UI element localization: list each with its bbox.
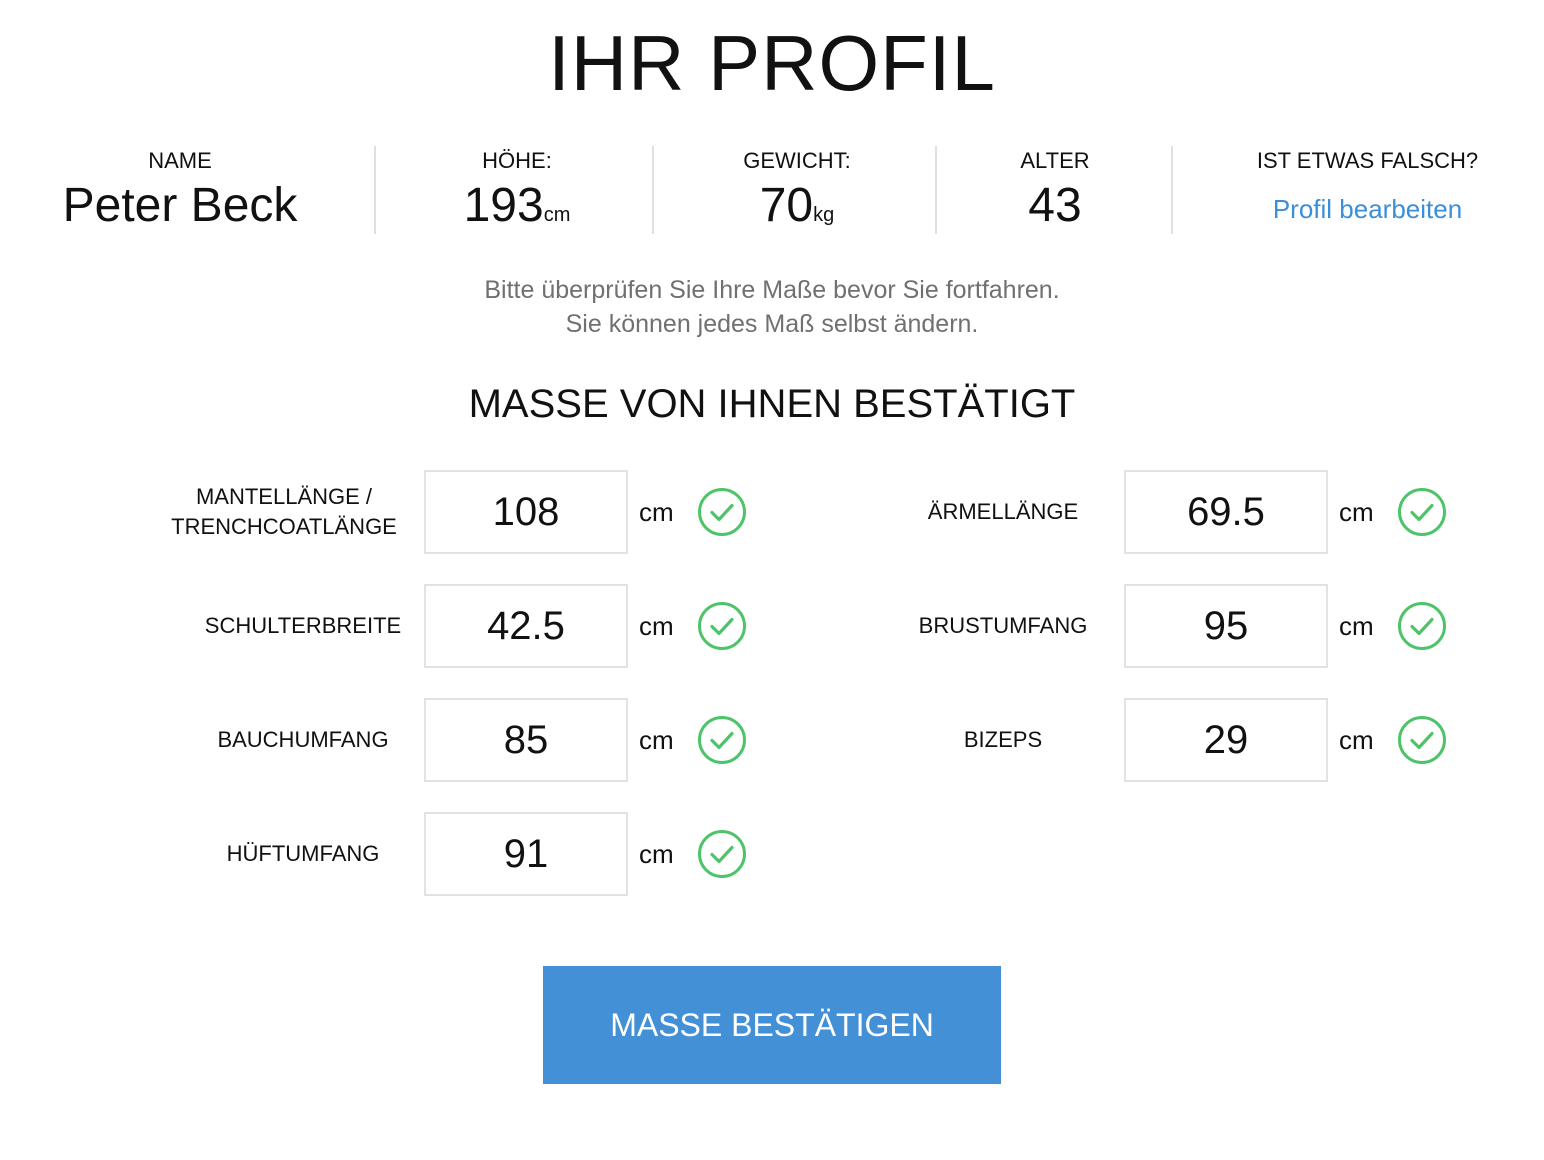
check-circle-icon: [1398, 602, 1446, 650]
chest-circumference-input[interactable]: [1124, 584, 1328, 668]
check-circle-icon: [1398, 488, 1446, 536]
weight-label: GEWICHT:: [743, 148, 851, 173]
measurement-row: BRUSTUMFANG cm: [0, 584, 1544, 668]
wrong-label: IST ETWAS FALSCH?: [1256, 148, 1479, 173]
name-value: Peter Beck: [62, 179, 298, 232]
check-circle-icon: [698, 830, 746, 878]
edit-profile-link[interactable]: Profil bearbeiten: [1273, 194, 1462, 225]
section-title: MASSE VON IHNEN BESTÄTIGT: [468, 382, 1076, 426]
height-number: 193: [463, 179, 544, 232]
age-value: 43: [1028, 179, 1082, 232]
height-value: 193cm: [400, 178, 634, 243]
profile-name: NAME Peter Beck: [20, 140, 340, 240]
hint-line-2: Sie können jedes Maß selbst ändern.: [565, 310, 979, 338]
measurement-row: HÜFTUMFANG cm: [0, 812, 760, 896]
profile-weight: GEWICHT: 70kg: [680, 140, 914, 240]
weight-value: 70kg: [680, 178, 914, 243]
profile-edit: IST ETWAS FALSCH? Profil bearbeiten: [1195, 140, 1540, 240]
age-label: ALTER: [1020, 148, 1090, 173]
divider: [652, 146, 654, 234]
name-label: NAME: [148, 148, 212, 173]
height-label: HÖHE:: [482, 148, 552, 173]
weight-number: 70: [759, 179, 814, 232]
confirm-measurements-button[interactable]: MASSE BESTÄTIGEN: [543, 966, 1001, 1084]
profile-age: ALTER 43: [955, 140, 1155, 240]
hip-circumference-input[interactable]: [424, 812, 628, 896]
measurement-label: BRUSTUMFANG: [918, 613, 1088, 638]
unit-label: cm: [1339, 611, 1374, 641]
measurement-row: ÄRMELLÄNGE cm: [0, 470, 1544, 554]
biceps-input[interactable]: [1124, 698, 1328, 782]
weight-unit: kg: [813, 204, 835, 226]
page-title: IHR PROFIL: [548, 19, 996, 107]
measurement-label: BIZEPS: [963, 727, 1043, 752]
check-circle-icon: [1398, 716, 1446, 764]
divider: [374, 146, 376, 234]
unit-label: cm: [639, 839, 674, 869]
unit-label: cm: [1339, 497, 1374, 527]
profile-summary: NAME Peter Beck HÖHE: 193cm GEWICHT: 70k…: [0, 140, 1544, 240]
measurement-row: BIZEPS cm: [0, 698, 1544, 782]
height-unit: cm: [543, 204, 571, 226]
profile-height: HÖHE: 193cm: [400, 140, 634, 240]
unit-label: cm: [1339, 725, 1374, 755]
measurement-label: ÄRMELLÄNGE: [927, 499, 1079, 524]
measurement-label: HÜFTUMFANG: [226, 841, 380, 866]
sleeve-length-input[interactable]: [1124, 470, 1328, 554]
divider: [935, 146, 937, 234]
hint-line-1: Bitte überprüfen Sie Ihre Maße bevor Sie…: [484, 276, 1060, 304]
divider: [1171, 146, 1173, 234]
